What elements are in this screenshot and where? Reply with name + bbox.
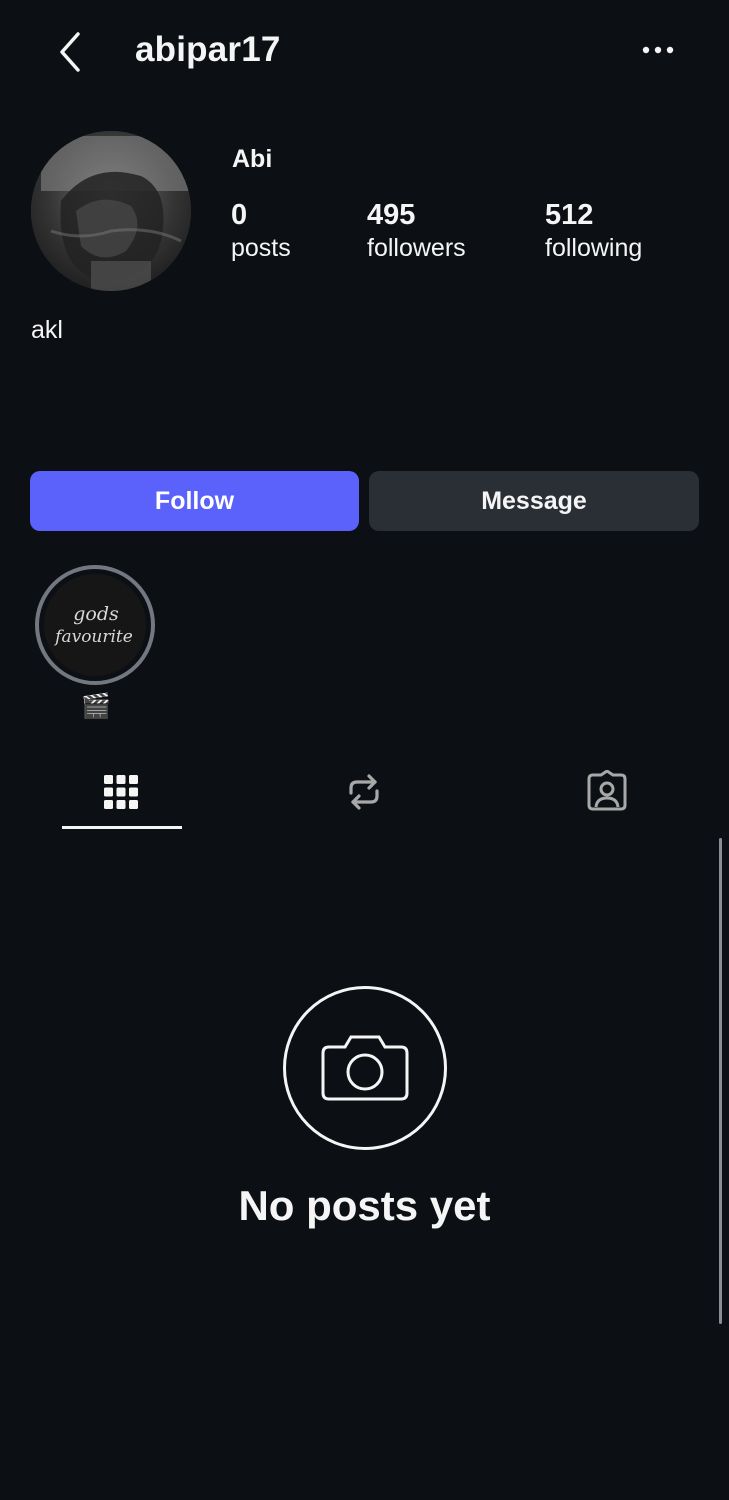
repost-icon: [349, 774, 379, 810]
highlight-cover: gods favourite: [44, 574, 146, 676]
following-stat[interactable]: 512 following: [545, 197, 642, 263]
profile-username: abipar17: [135, 30, 281, 69]
scrollbar[interactable]: [719, 838, 722, 1324]
profile-photo-icon: [31, 131, 191, 291]
tab-reposts[interactable]: [304, 756, 424, 828]
profile-avatar[interactable]: [31, 131, 191, 291]
more-horizontal-icon: [642, 46, 674, 54]
tab-posts-grid[interactable]: [61, 756, 181, 828]
followers-label: followers: [367, 234, 466, 262]
posts-label: posts: [231, 234, 291, 262]
empty-state-camera: [283, 986, 447, 1150]
back-button[interactable]: [50, 28, 90, 76]
tab-tagged[interactable]: [547, 756, 667, 828]
tagged-person-icon: [587, 770, 627, 811]
grid-icon: [104, 775, 138, 809]
posts-count: 0: [231, 199, 248, 231]
profile-bio: akl: [31, 316, 63, 344]
chevron-left-icon: [60, 32, 80, 72]
story-highlight[interactable]: gods favourite: [35, 565, 155, 685]
posts-stat: 0 posts: [231, 197, 291, 263]
highlight-cover-image: gods favourite: [44, 574, 146, 676]
following-label: following: [545, 234, 643, 262]
highlight-label: 🎬: [81, 693, 111, 720]
follow-button[interactable]: Follow: [30, 471, 359, 531]
followers-stat[interactable]: 495 followers: [367, 197, 466, 263]
empty-state-text: No posts yet: [238, 1182, 491, 1229]
more-options-button[interactable]: [636, 34, 680, 66]
display-name: Abi: [232, 145, 273, 173]
highlight-cover-line-1: gods: [73, 603, 119, 625]
active-tab-indicator: [62, 826, 182, 829]
message-button[interactable]: Message: [369, 471, 699, 531]
highlight-cover-line-2: favourite: [53, 627, 133, 647]
camera-icon: [321, 1035, 409, 1101]
following-count: 512: [545, 199, 594, 231]
followers-count: 495: [367, 199, 416, 231]
